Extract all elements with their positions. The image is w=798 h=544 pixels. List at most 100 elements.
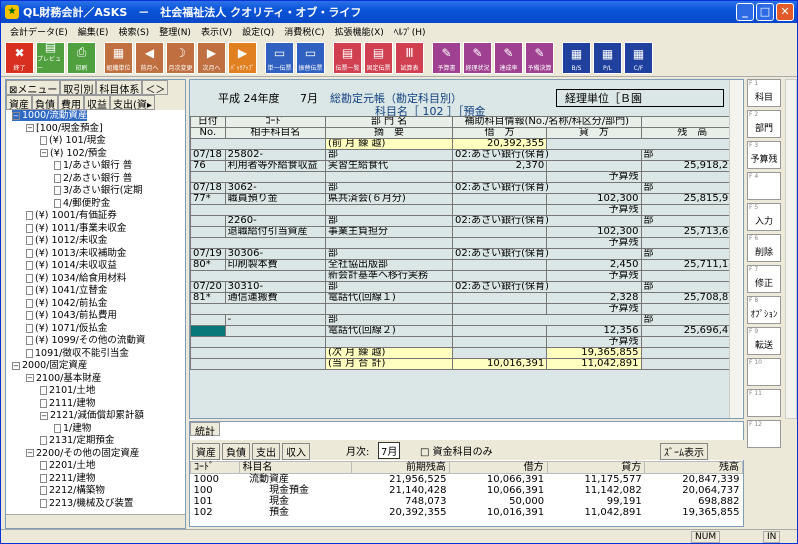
function-key-3[interactable]: F 3 予算残 [747, 141, 781, 169]
ledger-vertical-scrollbar[interactable] [729, 80, 743, 418]
menu-item-4[interactable]: 表示(V) [196, 25, 237, 38]
toolbar-button-16[interactable]: ✎ 予備決算 [525, 41, 554, 74]
tree-node[interactable]: 1091/徴収不能引当金 [26, 348, 129, 359]
toolbar-button-11[interactable]: ▤ 固定伝票 [364, 41, 393, 74]
stat-tab-3[interactable]: 収入 [282, 443, 310, 460]
category-tab-0[interactable]: 資産 [6, 95, 32, 111]
toolbar-button-2[interactable]: ⎙ 印刷 [67, 41, 96, 74]
toolbar-button-1[interactable]: ▤ プレビュー [36, 40, 65, 74]
toolbar-button-13[interactable]: ✎ 予算書 [432, 41, 461, 74]
function-key-9[interactable]: F 9 転送 [747, 327, 781, 355]
fund-only-checkbox[interactable]: □ 資金科目のみ [420, 443, 493, 458]
menu-item-0[interactable]: 会計データ(E) [5, 25, 73, 38]
toolbar-button-5[interactable]: ☽ 月次変更 [166, 41, 195, 74]
tree-node[interactable]: −1000/流動資産 [12, 110, 88, 121]
function-key-12[interactable]: F 12 [747, 420, 781, 448]
menu-item-2[interactable]: 検索(S) [113, 25, 154, 38]
tree-node[interactable]: 1/あさい銀行 普 [54, 160, 132, 171]
stat-row[interactable]: 100 現金預金 21,140,428 10,066,391 11,142,082 20,… [191, 485, 743, 496]
menu-item-8[interactable]: ﾍﾙﾌﾟ(H) [389, 25, 431, 38]
tree-node[interactable]: − [100/現金預金] [26, 123, 103, 134]
function-key-8[interactable]: F 8 ｵﾌﾟｼｮﾝ [747, 296, 781, 324]
stat-tab-2[interactable]: 支出 [252, 443, 280, 460]
stat-row[interactable]: 102 預金 20,392,355 10,016,391 11,042,891 19,36… [191, 507, 743, 518]
tree-node[interactable]: 2111/建物 [40, 398, 95, 409]
category-tab-4[interactable]: 支出(資▸ [110, 95, 155, 111]
function-key-scrollbar[interactable] [785, 79, 797, 419]
tree-node[interactable]: (¥) 1011/事業未収金 [26, 223, 126, 234]
tree-node[interactable]: (¥) 1013/未収補助金 [26, 248, 126, 259]
tree-node[interactable]: (¥) 101/現金 [40, 135, 106, 146]
tree-node[interactable]: −2121/減価償却累計額 [40, 410, 144, 421]
toolbar-button-17[interactable]: ▦ B/S [562, 41, 591, 74]
function-key-2[interactable]: F 2 部門 [747, 110, 781, 138]
toolbar-button-8[interactable]: ▭ 単一伝票 [265, 41, 294, 74]
toolbar-button-12[interactable]: Ⅲ 試算表 [395, 41, 424, 74]
toolbar-button-6[interactable]: ▶ 次月へ [197, 41, 226, 74]
tree-node[interactable]: 2/あさい銀行 普 [54, 173, 132, 184]
stat-tab-1[interactable]: 負債 [222, 443, 250, 460]
function-key-10[interactable]: F 10 [747, 358, 781, 386]
tree-node[interactable]: − (¥) 102/預金 [40, 148, 107, 159]
tree-node[interactable]: 2211/建物 [40, 473, 95, 484]
stat-tab-0[interactable]: 資産 [192, 443, 220, 460]
menu-item-6[interactable]: 消費税(C) [279, 25, 329, 38]
tree-node[interactable]: 3/あさい銀行(定期 [54, 185, 142, 196]
tree-node[interactable]: (¥) 1041/立替金 [26, 285, 107, 296]
tree-node[interactable]: (¥) 1071/仮払金 [26, 323, 107, 334]
stat-row[interactable]: 101 現金 748,073 50,000 99,191 698,882 [191, 496, 743, 507]
zoom-button[interactable]: ｽﾞｰﾑ表示 [660, 443, 708, 460]
category-tab-2[interactable]: 費用 [58, 95, 84, 111]
tree-node[interactable]: 2101/土地 [40, 385, 95, 396]
function-key-7[interactable]: F 7 修正 [747, 265, 781, 293]
tree-node[interactable]: (¥) 1043/前払費用 [26, 310, 117, 321]
toolbar-button-18[interactable]: ▦ P/L [593, 41, 622, 74]
account-tree[interactable]: −1000/流動資産 − [100/現金預金] (¥) 101/現金 − (¥) 102/… [6, 110, 185, 516]
menu-item-7[interactable]: 拡張機能(X) [330, 25, 389, 38]
stat-row[interactable]: 1000 流動資産 21,956,525 10,066,391 11,175,577 20… [191, 474, 743, 486]
function-key-5[interactable]: F 5 入力 [747, 203, 781, 231]
tree-node[interactable]: 2212/構築物 [40, 485, 105, 496]
tree-node[interactable]: (¥) 1099/その他の流動資 [26, 335, 145, 346]
toolbar-button-4[interactable]: ◀ 前月へ [135, 41, 164, 74]
category-tab-1[interactable]: 負債 [32, 95, 58, 111]
toolbar-button-15[interactable]: ✎ 達成率 [494, 41, 523, 74]
tree-node[interactable]: −2000/固定資産 [12, 360, 87, 371]
tree-node[interactable]: (¥) 1001/有価証券 [26, 210, 117, 221]
tree-horizontal-scrollbar[interactable] [6, 514, 185, 528]
tree-node[interactable]: −2200/その他の固定資産 [26, 448, 139, 459]
tree-node[interactable]: 2201/土地 [40, 460, 95, 471]
tree-node[interactable]: 1/建物 [54, 423, 91, 434]
toolbar-button-0[interactable]: ✖ 終了 [5, 41, 34, 74]
menu-item-1[interactable]: 編集(E) [73, 25, 114, 38]
left-tab-1[interactable]: 取引別 [60, 80, 97, 96]
left-tab-2[interactable]: 科目体系 [96, 80, 143, 96]
left-tab-3[interactable]: ＜＞ [142, 80, 169, 96]
menu-item-3[interactable]: 整理(N) [154, 25, 196, 38]
tree-node[interactable]: (¥) 1012/未収金 [26, 235, 107, 246]
function-key-6[interactable]: F 6 削除 [747, 234, 781, 262]
month-select[interactable]: 7月 [378, 442, 401, 459]
maximize-button[interactable]: □ [756, 3, 774, 21]
toolbar-button-9[interactable]: ▭ 振替伝票 [296, 41, 325, 74]
toolbar-button-10[interactable]: ▤ 伝票一覧 [333, 41, 362, 74]
function-key-1[interactable]: F 1 科目 [747, 79, 781, 107]
tree-node[interactable]: (¥) 1034/給食用材料 [26, 273, 126, 284]
toolbar-button-3[interactable]: ▦ 組織単位 [104, 41, 133, 74]
tree-node[interactable]: 4/郵便貯金 [54, 198, 110, 209]
tree-node[interactable]: −2100/基本財産 [26, 373, 101, 384]
function-key-4[interactable]: F 4 [747, 172, 781, 200]
category-tab-3[interactable]: 収益 [84, 95, 110, 111]
toolbar-button-19[interactable]: ▦ C/F [624, 41, 653, 74]
menu-item-5[interactable]: 設定(Q) [237, 25, 279, 38]
tree-node[interactable]: (¥) 1042/前払金 [26, 298, 107, 309]
function-key-11[interactable]: F 11 [747, 389, 781, 417]
tree-node[interactable]: (¥) 1014/未収収益 [26, 260, 117, 271]
left-tab-0[interactable]: ⊠メニュー [6, 80, 61, 96]
tree-node[interactable]: 2131/定期預金 [40, 435, 114, 446]
tree-node[interactable]: 2213/機械及び装置 [40, 498, 133, 509]
toolbar-button-7[interactable]: ▶ ﾊﾞｯｸｱｯﾌﾟ [228, 41, 257, 74]
minimize-button[interactable]: _ [736, 3, 754, 21]
tab-statistics[interactable]: 統計 [190, 422, 220, 438]
close-button[interactable]: ✕ [776, 3, 794, 21]
